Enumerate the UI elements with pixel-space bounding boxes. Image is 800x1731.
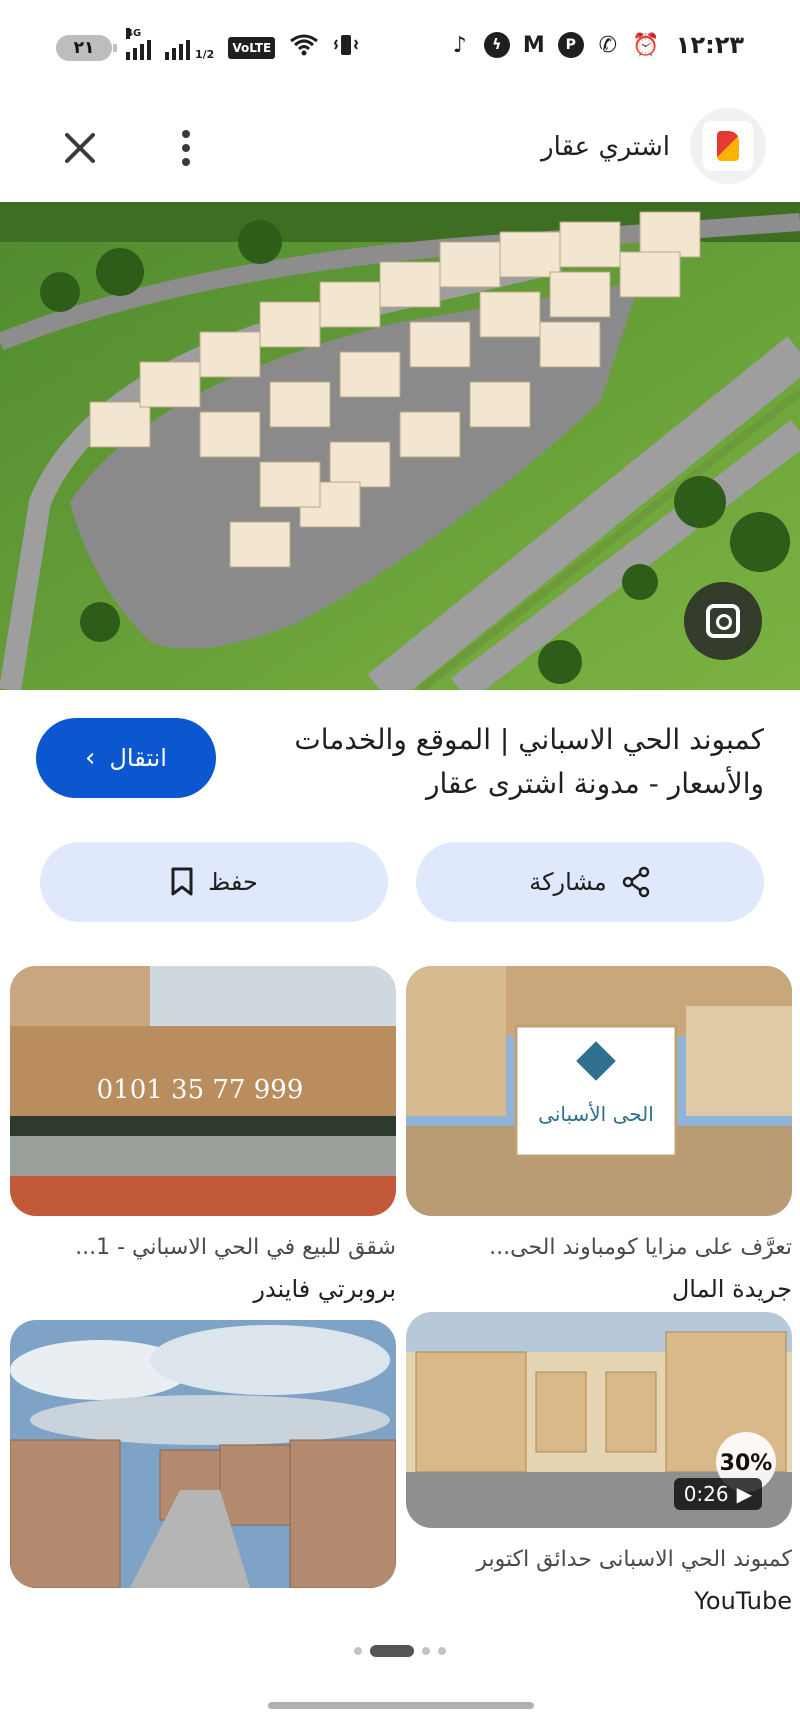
compound-aerial-image — [0, 202, 800, 690]
save-button[interactable]: حفظ — [40, 842, 388, 922]
signal-icon: 4G — [126, 28, 151, 60]
visit-label: انتقال — [109, 744, 167, 772]
gmail-icon: M — [522, 32, 545, 58]
video-duration: 0:26 ▶ — [673, 1478, 762, 1510]
play-icon: ▶ — [736, 1482, 752, 1506]
site-logo[interactable] — [690, 108, 766, 184]
lens-search-button[interactable] — [684, 582, 762, 660]
clock: ١٢:٢٣ — [675, 31, 744, 59]
share-button[interactable]: مشاركة — [416, 842, 764, 922]
related-source: YouTube — [694, 1587, 792, 1615]
related-caption: تعرَّف على مزايا كومباوند الحى... — [489, 1235, 792, 1260]
pager-dot-active — [370, 1645, 414, 1657]
related-card[interactable]: الحى الأسبانى تعرَّف على مزايا كومباوند … — [406, 966, 792, 1306]
svg-text:30%: 30% — [720, 1451, 773, 1476]
save-label: حفظ — [208, 868, 258, 896]
related-thumbnail: الحى الأسبانى — [406, 966, 792, 1216]
related-caption: كمبوند الحي الاسبانى حدائق اكتوبر — [476, 1547, 792, 1572]
bookmark-icon — [171, 867, 193, 896]
home-indicator[interactable] — [268, 1702, 534, 1709]
page-indicator — [0, 1645, 800, 1657]
site-name[interactable]: اشتري عقار — [541, 132, 670, 162]
related-thumbnail: 0101 35 77 999 — [10, 966, 396, 1216]
share-label: مشاركة — [529, 868, 607, 896]
more-vert-icon — [182, 130, 190, 138]
pager-dot — [422, 1647, 430, 1655]
related-caption: شقق للبيع في الحي الاسباني - 1... — [75, 1235, 396, 1260]
status-bar: ٢١ 4G 1/2 VoLTE ♪ ϟ M P ✆ ⏰ ١٢:٢٣ — [0, 0, 800, 100]
close-button[interactable] — [54, 122, 106, 174]
more-options-button[interactable] — [160, 122, 212, 174]
chevron-left-icon: ‹ — [85, 743, 96, 773]
lens-icon — [706, 604, 740, 638]
share-icon — [622, 866, 649, 898]
messenger-icon: ϟ — [483, 32, 510, 58]
related-thumbnail — [10, 1320, 396, 1588]
viewer-header: اشتري عقار — [0, 100, 800, 202]
related-card[interactable]: 0101 35 77 999 شقق للبيع في الحي الاسبان… — [10, 966, 396, 1306]
signal-icon-2: 1/2 — [165, 36, 214, 60]
vibrate-icon — [333, 33, 359, 63]
related-card[interactable]: 30% 0:26 ▶ كمبوند الحي الاسبانى حدائق اك… — [406, 1312, 792, 1618]
alarm-icon: ⏰ — [632, 32, 660, 58]
related-source: بروبرتي فايندر — [253, 1275, 396, 1303]
wifi-icon — [289, 33, 319, 63]
result-title[interactable]: كمبوند الحي الاسباني | الموقع والخدمات و… — [254, 718, 764, 806]
pinterest-icon: P — [557, 32, 584, 58]
whatsapp-icon: ✆ — [598, 32, 618, 58]
pager-dot — [354, 1647, 362, 1655]
svg-text:0101 35 77 999: 0101 35 77 999 — [97, 1075, 304, 1105]
related-source: جريدة المال — [671, 1275, 792, 1303]
svg-text:الحى الأسبانى: الحى الأسبانى — [538, 1102, 654, 1126]
related-card[interactable] — [10, 1320, 396, 1588]
battery-indicator: ٢١ — [56, 35, 117, 61]
close-icon — [65, 133, 95, 163]
tiktok-icon: ♪ — [452, 32, 467, 58]
visit-button[interactable]: ‹ انتقال — [36, 718, 216, 798]
volte-badge: VoLTE — [228, 37, 276, 59]
pager-dot — [438, 1647, 446, 1655]
main-image[interactable] — [0, 202, 800, 690]
related-thumbnail: 30% 0:26 ▶ — [406, 1312, 792, 1528]
